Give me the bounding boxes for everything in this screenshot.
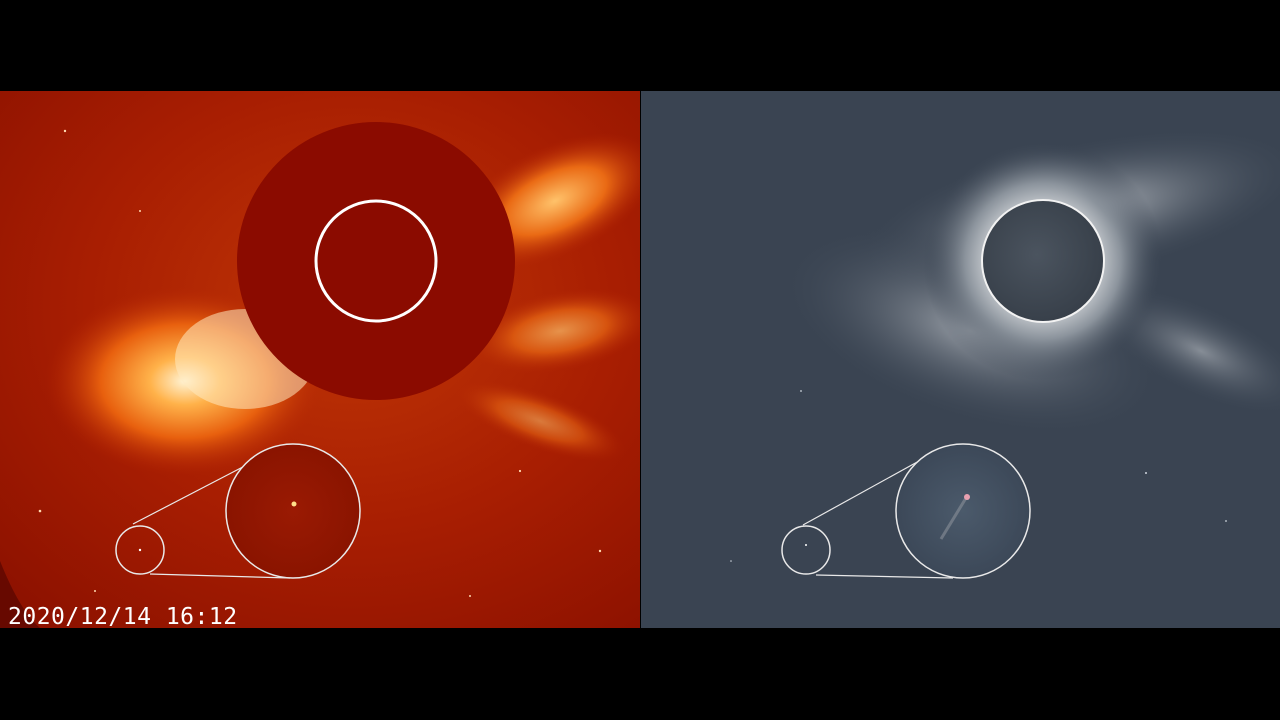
comet-magnified-circle [895, 443, 1031, 579]
observation-timestamp: 2020/12/14 16:12 [8, 604, 238, 628]
comet-magnified-circle [225, 443, 361, 579]
eclipse-graphic [641, 91, 1280, 628]
eclipse-photo [641, 91, 1280, 628]
comet-nucleus [291, 501, 297, 507]
lasco-coronagraph-image: 2020/12/14 16:12 [0, 91, 640, 628]
occulter-disk [237, 122, 515, 400]
coronagraph-graphic [0, 91, 640, 628]
comet-nucleus [964, 494, 970, 500]
moon-disk [981, 199, 1105, 323]
